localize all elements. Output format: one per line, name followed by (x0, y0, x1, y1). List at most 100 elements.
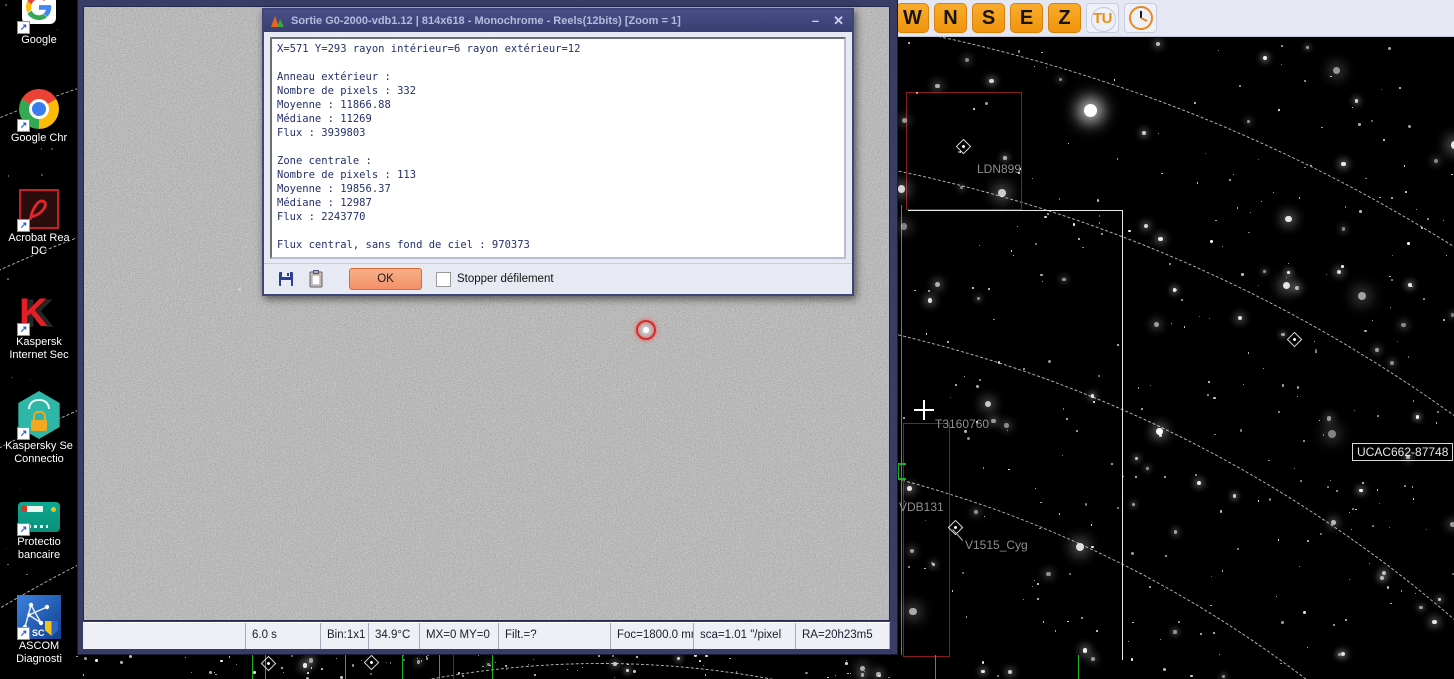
star (1380, 576, 1384, 580)
star (1372, 525, 1374, 527)
desktop-icon-ascom-diagnostics[interactable]: SC ↗ ASCOM Diagnosti (0, 594, 78, 666)
compass-north-button[interactable]: N (934, 3, 967, 33)
clock-button[interactable] (1124, 3, 1157, 33)
map-field-rect-white-top (908, 210, 1123, 211)
map-label-v1515-cyg[interactable]: V1515_Cyg (965, 538, 1028, 552)
star (1401, 590, 1402, 591)
compass-west-button[interactable]: W (896, 3, 929, 33)
star (916, 92, 918, 94)
dialog-bottom-bar: OK Stopper défilement (264, 263, 852, 294)
desktop-icon-label: bancaire (0, 549, 78, 562)
desktop-icon-google[interactable]: ↗ Google (0, 0, 78, 47)
star (1327, 486, 1329, 488)
star (1258, 500, 1260, 502)
desktop-icon-label: Diagnosti (0, 653, 78, 666)
star (1423, 298, 1425, 300)
star (1315, 351, 1317, 353)
star (1450, 522, 1454, 527)
desktop-icon-kaspersky-secure-connection[interactable]: ↗ Kaspersky Se Connectio (0, 390, 78, 466)
star (1023, 368, 1025, 370)
star (1037, 583, 1039, 585)
map-label-ldn899[interactable]: LDN899 (977, 162, 1021, 176)
output-line: X=571 Y=293 rayon intérieur=6 rayon exté… (277, 42, 839, 56)
photometry-dialog: Sortie G0-2000-vdb1.12 | 814x618 - Monoc… (262, 8, 854, 296)
star (95, 659, 98, 662)
star (974, 510, 978, 514)
output-line: Nombre de pixels : 332 (277, 84, 839, 98)
star (1408, 125, 1411, 128)
star (291, 655, 293, 657)
star (1047, 213, 1049, 215)
star (1281, 64, 1282, 65)
star (1407, 242, 1410, 245)
star (281, 667, 283, 669)
map-label-vdb131[interactable]: VDB131 (899, 500, 944, 514)
star (1299, 566, 1300, 567)
universal-time-button[interactable]: TU (1086, 3, 1119, 33)
star (973, 108, 975, 110)
star (191, 672, 192, 673)
star (1336, 490, 1338, 492)
close-icon[interactable]: ✕ (833, 11, 844, 31)
map-label-t3160760[interactable]: T3160760 (935, 417, 989, 431)
map-grid-red-line (453, 652, 454, 679)
desktop-icon-label: Acrobat Rea (0, 232, 78, 245)
minimize-button[interactable]: – (812, 11, 819, 31)
zenith-button[interactable]: Z (1048, 3, 1081, 33)
star (1341, 652, 1345, 656)
desktop-icon-kaspersky-internet-security[interactable]: K K ↗ Kaspersk Internet Sec (0, 290, 78, 362)
star (976, 385, 979, 388)
measured-star (643, 327, 649, 333)
compass-south-button[interactable]: S (972, 3, 1005, 33)
dialog-titlebar[interactable]: Sortie G0-2000-vdb1.12 | 814x618 - Monoc… (264, 10, 852, 32)
output-line: Flux : 3939803 (277, 126, 839, 140)
star (1282, 384, 1285, 387)
star (1408, 356, 1410, 358)
clipboard-copy-icon[interactable] (307, 270, 325, 288)
output-line: Flux central, sans fond de ciel : 970373 (277, 238, 839, 252)
star (979, 379, 981, 381)
star (1404, 165, 1406, 167)
star (1390, 307, 1391, 308)
star (303, 663, 308, 668)
star (1382, 571, 1386, 575)
star (1388, 47, 1391, 50)
star (1285, 216, 1292, 223)
star (1320, 533, 1322, 535)
map-label-ucac662-87748[interactable]: UCAC662-87748 (1352, 443, 1453, 461)
desktop-icon-protection-bancaire[interactable]: ↗ Protectio bancaire (0, 498, 78, 562)
star (845, 662, 847, 664)
ok-button[interactable]: OK (349, 268, 422, 290)
star (1055, 630, 1057, 632)
star (931, 562, 933, 564)
compass-east-button[interactable]: E (1010, 3, 1043, 33)
star (1098, 375, 1100, 377)
star (426, 657, 428, 659)
star (209, 671, 211, 673)
star (1099, 215, 1101, 217)
map-grid-green-line (901, 205, 902, 655)
star (1091, 657, 1095, 661)
status-segment: Bin:1x1 (321, 623, 369, 649)
star (1358, 123, 1361, 126)
desktop-icon-acrobat-reader[interactable]: ↗ Acrobat Rea DC (0, 186, 78, 258)
star (1178, 621, 1180, 623)
desktop-icons: ↗ Google ↗ Google Chr ↗ Acr (0, 0, 78, 679)
star (1233, 174, 1234, 175)
star (1405, 191, 1407, 193)
star (307, 672, 309, 674)
star (1379, 197, 1381, 199)
star (1082, 247, 1084, 249)
desktop-icon-google-chrome[interactable]: ↗ Google Chr (0, 86, 78, 145)
star (1101, 233, 1102, 234)
star (1412, 486, 1413, 487)
star (1041, 52, 1042, 53)
shortcut-arrow-icon: ↗ (17, 119, 30, 132)
star (952, 590, 953, 591)
star (1018, 172, 1019, 173)
status-segment: MX=0 MY=0 (420, 623, 499, 649)
star (1046, 67, 1047, 68)
save-icon[interactable] (277, 270, 295, 288)
stop-scroll-checkbox[interactable] (436, 272, 451, 287)
star (1258, 159, 1259, 160)
